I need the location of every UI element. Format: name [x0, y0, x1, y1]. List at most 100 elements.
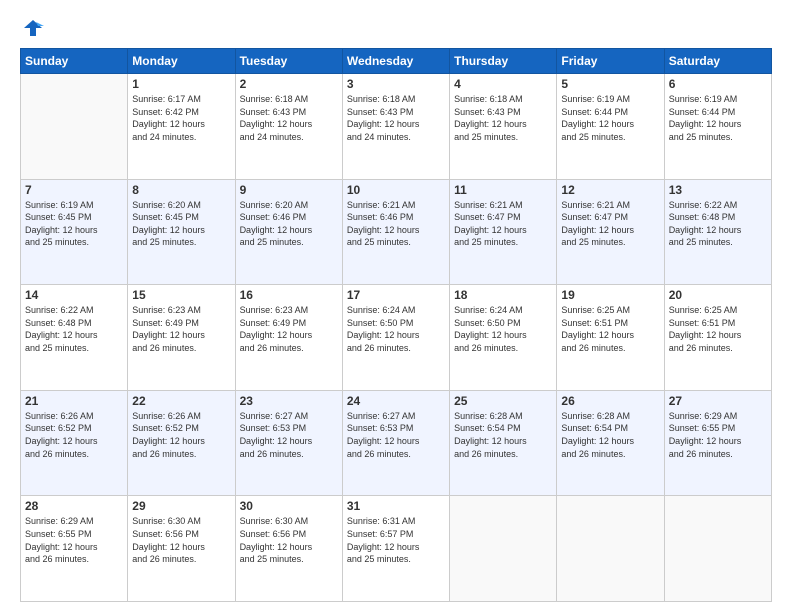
day-number: 7 [25, 183, 123, 197]
day-info: Sunrise: 6:24 AM Sunset: 6:50 PM Dayligh… [347, 304, 445, 354]
calendar-cell: 13 Sunrise: 6:22 AM Sunset: 6:48 PM Dayli… [664, 179, 771, 285]
calendar-cell: 10 Sunrise: 6:21 AM Sunset: 6:46 PM Dayli… [342, 179, 449, 285]
day-info: Sunrise: 6:21 AM Sunset: 6:47 PM Dayligh… [561, 199, 659, 249]
day-number: 2 [240, 77, 338, 91]
day-info: Sunrise: 6:19 AM Sunset: 6:44 PM Dayligh… [669, 93, 767, 143]
calendar-cell: 30Sunrise: 6:30 AM Sunset: 6:56 PM Dayli… [235, 496, 342, 602]
day-info: Sunrise: 6:21 AM Sunset: 6:46 PM Dayligh… [347, 199, 445, 249]
calendar-week-row: 28 Sunrise: 6:29 AM Sunset: 6:55 PM Dayli… [21, 496, 772, 602]
day-number: 24 [347, 394, 445, 408]
day-info: Sunrise: 6:28 AM Sunset: 6:54 PM Dayligh… [454, 410, 552, 460]
calendar-cell: 12 Sunrise: 6:21 AM Sunset: 6:47 PM Dayli… [557, 179, 664, 285]
header-tuesday: Tuesday [235, 49, 342, 74]
day-number: 26 [561, 394, 659, 408]
calendar-cell: 6 Sunrise: 6:19 AM Sunset: 6:44 PM Daylig… [664, 74, 771, 180]
day-number: 18 [454, 288, 552, 302]
calendar-cell: 22Sunrise: 6:26 AM Sunset: 6:52 PM Dayli… [128, 390, 235, 496]
day-info: Sunrise: 6:17 AM Sunset: 6:42 PM Dayligh… [132, 93, 230, 143]
calendar-table: Sunday Monday Tuesday Wednesday Thursday… [20, 48, 772, 602]
day-info: Sunrise: 6:23 AM Sunset: 6:49 PM Dayligh… [240, 304, 338, 354]
day-number: 8 [132, 183, 230, 197]
day-info: Sunrise: 6:25 AM Sunset: 6:51 PM Dayligh… [561, 304, 659, 354]
calendar-cell: 8 Sunrise: 6:20 AM Sunset: 6:45 PM Daylig… [128, 179, 235, 285]
calendar-cell: 24 Sunrise: 6:27 AM Sunset: 6:53 PM Dayli… [342, 390, 449, 496]
day-info: Sunrise: 6:22 AM Sunset: 6:48 PM Dayligh… [669, 199, 767, 249]
header-friday: Friday [557, 49, 664, 74]
calendar-header-row: Sunday Monday Tuesday Wednesday Thursday… [21, 49, 772, 74]
day-number: 10 [347, 183, 445, 197]
day-info: Sunrise: 6:18 AM Sunset: 6:43 PM Dayligh… [454, 93, 552, 143]
day-number: 4 [454, 77, 552, 91]
calendar-cell: 27Sunrise: 6:29 AM Sunset: 6:55 PM Dayli… [664, 390, 771, 496]
day-info: Sunrise: 6:24 AM Sunset: 6:50 PM Dayligh… [454, 304, 552, 354]
calendar-cell: 28 Sunrise: 6:29 AM Sunset: 6:55 PM Dayli… [21, 496, 128, 602]
calendar-cell: 5 Sunrise: 6:19 AM Sunset: 6:44 PM Daylig… [557, 74, 664, 180]
day-number: 11 [454, 183, 552, 197]
day-number: 29 [132, 499, 230, 513]
day-number: 6 [669, 77, 767, 91]
calendar-cell: 25Sunrise: 6:28 AM Sunset: 6:54 PM Dayli… [450, 390, 557, 496]
day-number: 22 [132, 394, 230, 408]
calendar-cell: 7 Sunrise: 6:19 AM Sunset: 6:45 PM Daylig… [21, 179, 128, 285]
day-info: Sunrise: 6:26 AM Sunset: 6:52 PM Dayligh… [25, 410, 123, 460]
calendar-cell: 4 Sunrise: 6:18 AM Sunset: 6:43 PM Daylig… [450, 74, 557, 180]
day-info: Sunrise: 6:22 AM Sunset: 6:48 PM Dayligh… [25, 304, 123, 354]
header-sunday: Sunday [21, 49, 128, 74]
day-number: 13 [669, 183, 767, 197]
day-info: Sunrise: 6:27 AM Sunset: 6:53 PM Dayligh… [347, 410, 445, 460]
day-info: Sunrise: 6:19 AM Sunset: 6:44 PM Dayligh… [561, 93, 659, 143]
header-wednesday: Wednesday [342, 49, 449, 74]
calendar-week-row: 14 Sunrise: 6:22 AM Sunset: 6:48 PM Dayli… [21, 285, 772, 391]
day-number: 27 [669, 394, 767, 408]
day-info: Sunrise: 6:28 AM Sunset: 6:54 PM Dayligh… [561, 410, 659, 460]
calendar-cell: 17 Sunrise: 6:24 AM Sunset: 6:50 PM Dayli… [342, 285, 449, 391]
calendar-cell: 19 Sunrise: 6:25 AM Sunset: 6:51 PM Dayli… [557, 285, 664, 391]
day-number: 15 [132, 288, 230, 302]
day-number: 30 [240, 499, 338, 513]
calendar-cell: 3 Sunrise: 6:18 AM Sunset: 6:43 PM Daylig… [342, 74, 449, 180]
calendar-cell: 15 Sunrise: 6:23 AM Sunset: 6:49 PM Dayli… [128, 285, 235, 391]
header-saturday: Saturday [664, 49, 771, 74]
calendar-cell: 9 Sunrise: 6:20 AM Sunset: 6:46 PM Daylig… [235, 179, 342, 285]
logo [20, 18, 44, 40]
calendar-cell: 2Sunrise: 6:18 AM Sunset: 6:43 PM Daylig… [235, 74, 342, 180]
calendar-week-row: 1 Sunrise: 6:17 AM Sunset: 6:42 PM Daylig… [21, 74, 772, 180]
day-number: 23 [240, 394, 338, 408]
day-number: 12 [561, 183, 659, 197]
calendar-cell: 11Sunrise: 6:21 AM Sunset: 6:47 PM Dayli… [450, 179, 557, 285]
calendar-cell [21, 74, 128, 180]
day-info: Sunrise: 6:29 AM Sunset: 6:55 PM Dayligh… [25, 515, 123, 565]
day-number: 28 [25, 499, 123, 513]
header-thursday: Thursday [450, 49, 557, 74]
day-number: 21 [25, 394, 123, 408]
calendar-week-row: 7 Sunrise: 6:19 AM Sunset: 6:45 PM Daylig… [21, 179, 772, 285]
calendar-cell [557, 496, 664, 602]
day-info: Sunrise: 6:25 AM Sunset: 6:51 PM Dayligh… [669, 304, 767, 354]
day-info: Sunrise: 6:27 AM Sunset: 6:53 PM Dayligh… [240, 410, 338, 460]
day-number: 3 [347, 77, 445, 91]
calendar-cell: 26 Sunrise: 6:28 AM Sunset: 6:54 PM Dayli… [557, 390, 664, 496]
calendar-cell: 20Sunrise: 6:25 AM Sunset: 6:51 PM Dayli… [664, 285, 771, 391]
day-number: 17 [347, 288, 445, 302]
day-info: Sunrise: 6:23 AM Sunset: 6:49 PM Dayligh… [132, 304, 230, 354]
day-info: Sunrise: 6:31 AM Sunset: 6:57 PM Dayligh… [347, 515, 445, 565]
day-number: 19 [561, 288, 659, 302]
day-number: 16 [240, 288, 338, 302]
day-info: Sunrise: 6:20 AM Sunset: 6:45 PM Dayligh… [132, 199, 230, 249]
day-info: Sunrise: 6:30 AM Sunset: 6:56 PM Dayligh… [132, 515, 230, 565]
day-info: Sunrise: 6:20 AM Sunset: 6:46 PM Dayligh… [240, 199, 338, 249]
calendar-week-row: 21 Sunrise: 6:26 AM Sunset: 6:52 PM Dayli… [21, 390, 772, 496]
calendar-cell: 29 Sunrise: 6:30 AM Sunset: 6:56 PM Dayli… [128, 496, 235, 602]
day-number: 14 [25, 288, 123, 302]
calendar-cell: 18 Sunrise: 6:24 AM Sunset: 6:50 PM Dayli… [450, 285, 557, 391]
calendar-cell: 31 Sunrise: 6:31 AM Sunset: 6:57 PM Dayli… [342, 496, 449, 602]
day-info: Sunrise: 6:19 AM Sunset: 6:45 PM Dayligh… [25, 199, 123, 249]
logo-bird-icon [22, 18, 44, 40]
day-info: Sunrise: 6:18 AM Sunset: 6:43 PM Dayligh… [347, 93, 445, 143]
day-number: 1 [132, 77, 230, 91]
day-number: 31 [347, 499, 445, 513]
day-number: 5 [561, 77, 659, 91]
header [20, 18, 772, 40]
page: Sunday Monday Tuesday Wednesday Thursday… [0, 0, 792, 612]
day-number: 9 [240, 183, 338, 197]
